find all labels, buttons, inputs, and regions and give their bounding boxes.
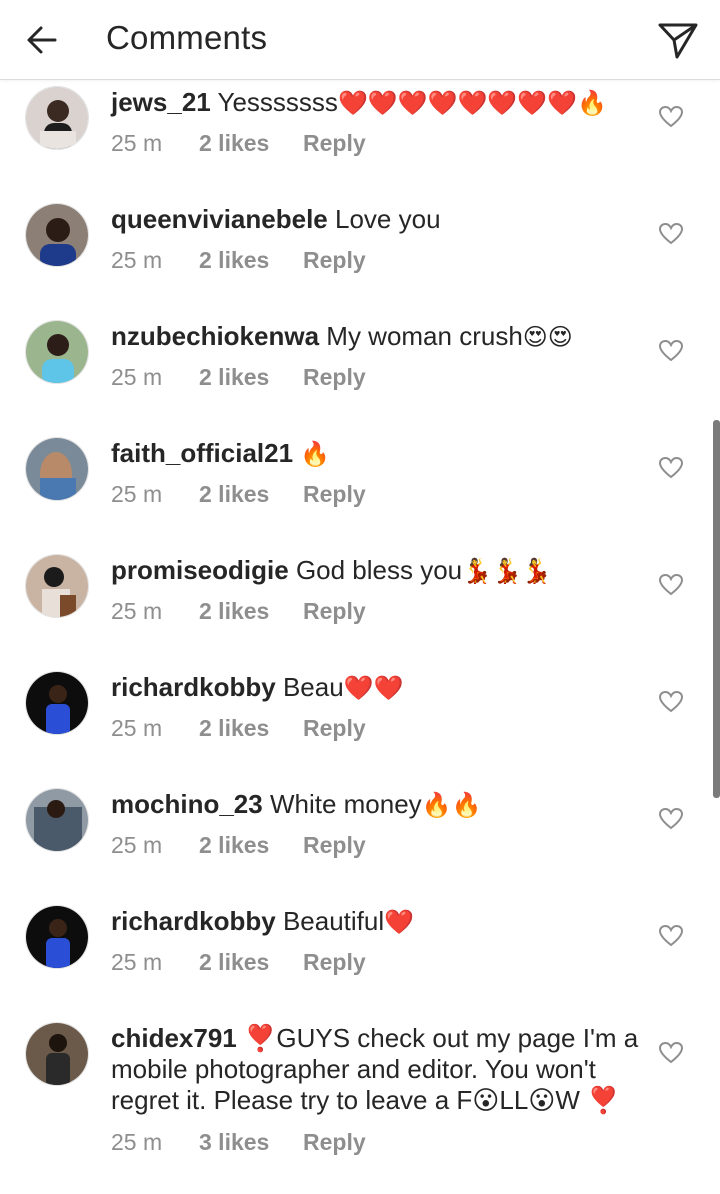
comment-emoji: 🔥 — [300, 441, 331, 468]
comment-time: 25 m — [111, 715, 163, 741]
reply-button[interactable]: Reply — [303, 598, 366, 625]
comment-meta: 25 m 2 likes Reply — [111, 247, 366, 274]
comment-time: 25 m — [111, 247, 163, 273]
comment-likes[interactable]: 2 likes — [199, 715, 303, 742]
comment-time: 25 m — [111, 832, 163, 858]
comment-meta: 25 m 2 likes Reply — [111, 364, 366, 391]
comment-body: God bless you — [295, 555, 463, 585]
like-heart-icon[interactable] — [658, 221, 684, 247]
comment-likes[interactable]: 2 likes — [199, 130, 303, 157]
reply-button[interactable]: Reply — [303, 832, 366, 859]
comment-username[interactable]: jews_21 — [111, 87, 211, 117]
comment-time: 25 m — [111, 949, 163, 975]
arrow-left-icon — [27, 26, 57, 54]
avatar[interactable] — [25, 554, 89, 618]
avatar[interactable] — [25, 1022, 89, 1086]
comment-username[interactable]: mochino_23 — [111, 789, 263, 819]
comment-body: Yesssssss — [217, 87, 338, 117]
comment-meta: 25 m 2 likes Reply — [111, 481, 366, 508]
avatar[interactable] — [25, 437, 89, 501]
paper-plane-icon — [658, 23, 698, 59]
comment-emoji: ❤️❤️ — [343, 675, 404, 702]
like-heart-icon[interactable] — [658, 806, 684, 832]
comment-text: richardkobby Beautiful❤️ — [111, 906, 641, 938]
reply-button[interactable]: Reply — [303, 1129, 366, 1156]
comment-username[interactable]: richardkobby — [111, 906, 276, 936]
scrollbar[interactable] — [713, 420, 720, 798]
comment-meta: 25 m 2 likes Reply — [111, 715, 366, 742]
like-heart-icon[interactable] — [658, 923, 684, 949]
like-heart-icon[interactable] — [658, 455, 684, 481]
back-button[interactable] — [20, 18, 64, 62]
like-heart-icon[interactable] — [658, 689, 684, 715]
comment-meta: 25 m 3 likes Reply — [111, 1129, 366, 1156]
comment-text: faith_official21 🔥 — [111, 438, 641, 470]
comment-body: Beautiful — [282, 906, 385, 936]
comment-text: promiseodigie God bless you💃💃💃 — [111, 555, 641, 587]
comment-meta: 25 m 2 likes Reply — [111, 130, 366, 157]
reply-button[interactable]: Reply — [303, 247, 366, 274]
comment-likes[interactable]: 2 likes — [199, 481, 303, 508]
comment-username[interactable]: queenvivianebele — [111, 204, 328, 234]
share-button[interactable] — [654, 16, 702, 64]
comment-emoji: 😍😍 — [522, 324, 573, 351]
comment-likes[interactable]: 2 likes — [199, 949, 303, 976]
comment-likes[interactable]: 2 likes — [199, 364, 303, 391]
comment-text: mochino_23 White money🔥🔥 — [111, 789, 641, 821]
comment-text: richardkobby Beau❤️❤️ — [111, 672, 641, 704]
comment-text: queenvivianebele Love you — [111, 204, 641, 236]
comment-body: Beau — [282, 672, 344, 702]
comment-username[interactable]: chidex791 — [111, 1023, 237, 1053]
comment-username[interactable]: nzubechiokenwa — [111, 321, 319, 351]
reply-button[interactable]: Reply — [303, 949, 366, 976]
comment-time: 25 m — [111, 598, 163, 624]
like-heart-icon[interactable] — [658, 338, 684, 364]
comment-emoji: 🔥🔥 — [421, 792, 482, 819]
avatar[interactable] — [25, 86, 89, 150]
reply-button[interactable]: Reply — [303, 481, 366, 508]
top-bar: Comments — [0, 0, 720, 80]
comment-likes[interactable]: 3 likes — [199, 1129, 303, 1156]
avatar[interactable] — [25, 320, 89, 384]
page-title: Comments — [106, 19, 268, 56]
comment-meta: 25 m 2 likes Reply — [111, 598, 366, 625]
comment-emoji: ❤️ — [384, 909, 415, 936]
comment-username[interactable]: richardkobby — [111, 672, 276, 702]
comment-likes[interactable]: 2 likes — [199, 832, 303, 859]
comment-time: 25 m — [111, 481, 163, 507]
reply-button[interactable]: Reply — [303, 364, 366, 391]
comment-time: 25 m — [111, 130, 163, 156]
avatar[interactable] — [25, 203, 89, 267]
comment-body: My woman crush — [326, 321, 523, 351]
comment-text: chidex791 ❣️GUYS check out my page I'm a… — [111, 1023, 641, 1117]
comment-likes[interactable]: 2 likes — [199, 247, 303, 274]
comment-likes[interactable]: 2 likes — [199, 598, 303, 625]
comment-text: jews_21 Yesssssss❤️❤️❤️❤️❤️❤️❤️❤️🔥 — [111, 87, 641, 119]
comment-emoji: ❤️❤️❤️❤️❤️❤️❤️❤️🔥 — [337, 90, 607, 117]
avatar[interactable] — [25, 905, 89, 969]
reply-button[interactable]: Reply — [303, 715, 366, 742]
comment-body: White money — [269, 789, 422, 819]
avatar[interactable] — [25, 788, 89, 852]
comment-meta: 25 m 2 likes Reply — [111, 949, 366, 976]
comment-body: Love you — [335, 204, 441, 234]
avatar[interactable] — [25, 671, 89, 735]
comment-meta: 25 m 2 likes Reply — [111, 832, 366, 859]
comments-list[interactable]: jews_21 Yesssssss❤️❤️❤️❤️❤️❤️❤️❤️🔥 25 m2… — [0, 80, 720, 1194]
comment-time: 25 m — [111, 364, 163, 390]
like-heart-icon[interactable] — [658, 572, 684, 598]
like-heart-icon[interactable] — [658, 104, 684, 130]
comment-text: nzubechiokenwa My woman crush😍😍 — [111, 321, 641, 353]
comment-username[interactable]: faith_official21 — [111, 438, 293, 468]
comment-time: 25 m — [111, 1129, 163, 1155]
comment-username[interactable]: promiseodigie — [111, 555, 289, 585]
reply-button[interactable]: Reply — [303, 130, 366, 157]
comment-emoji: 💃💃💃 — [462, 558, 552, 585]
like-heart-icon[interactable] — [658, 1040, 684, 1066]
